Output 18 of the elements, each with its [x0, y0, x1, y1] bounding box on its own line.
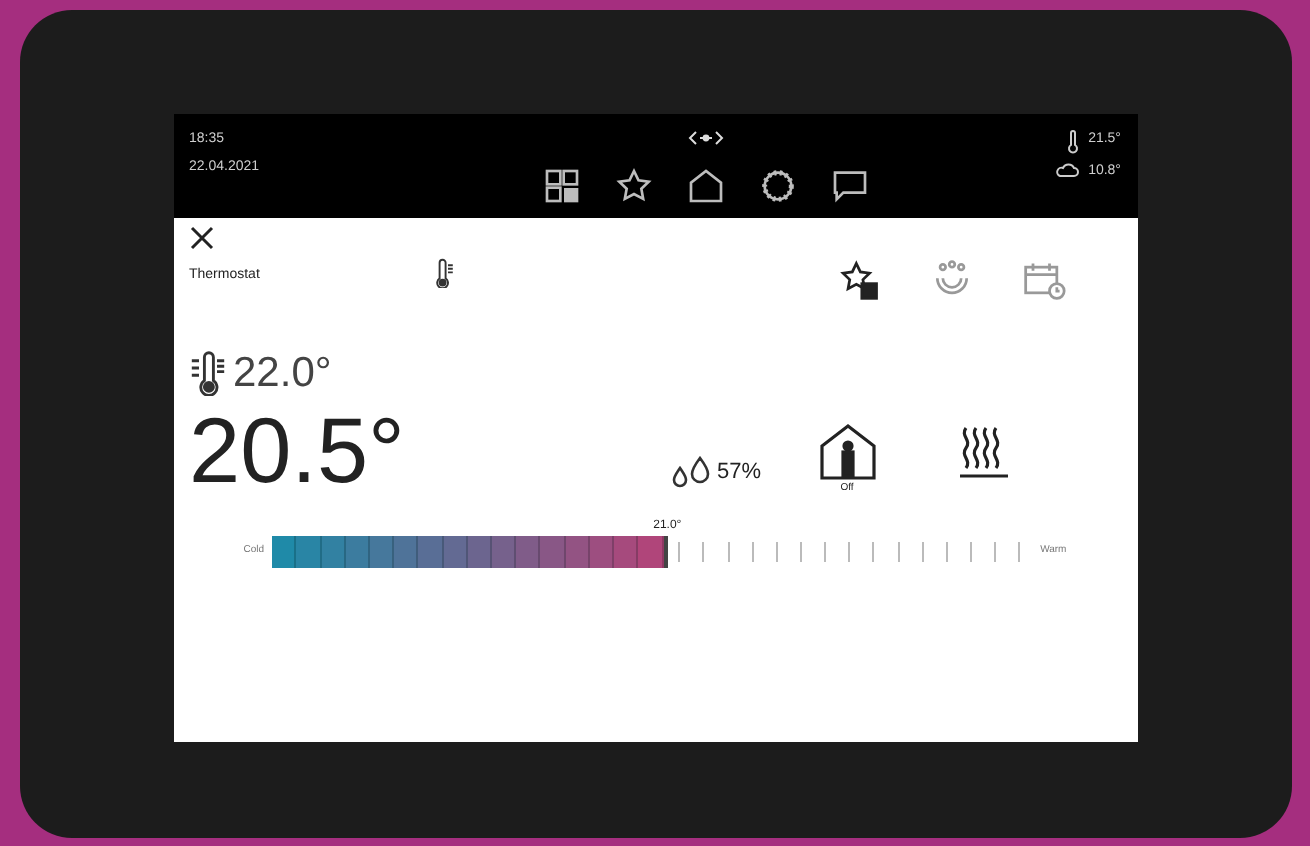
home-icon — [685, 165, 725, 205]
setpoint-temperature: 22.0° — [233, 347, 332, 399]
settings-icon — [757, 165, 797, 205]
setpoint-thermometer-icon — [189, 349, 225, 396]
star-plus-icon — [837, 257, 881, 301]
action-button[interactable] — [837, 257, 881, 301]
connection-icon — [687, 129, 723, 145]
chat-icon — [829, 165, 869, 205]
heating-icon — [957, 424, 1010, 480]
close-icon — [189, 225, 213, 249]
thermometer-icon — [1066, 129, 1081, 153]
house-person-icon — [817, 421, 878, 481]
star-icon — [613, 165, 653, 205]
weather-icon — [1056, 161, 1081, 182]
current-temperature: 20.5° — [189, 404, 407, 496]
grid-icon — [541, 165, 581, 205]
humidity-icon — [669, 456, 713, 488]
humidity-value: 57% — [717, 457, 762, 487]
